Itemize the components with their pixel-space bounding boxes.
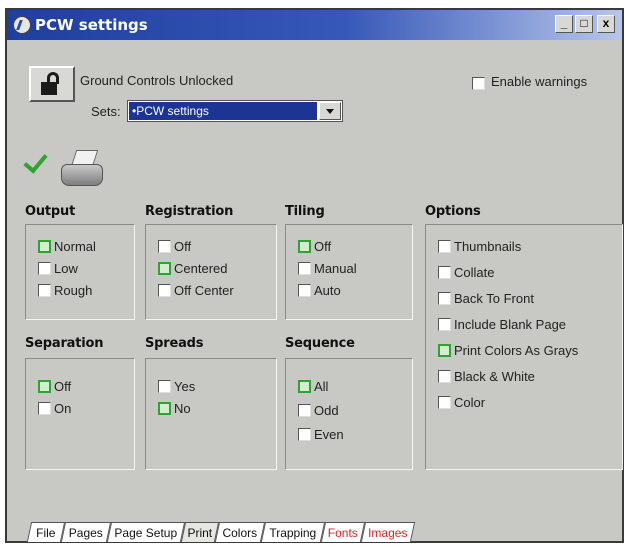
sequence-group: All Odd Even (285, 358, 413, 470)
tab-trapping[interactable]: Trapping (260, 522, 326, 542)
header-area: Ground Controls Unlocked Sets: •PCW sett… (7, 40, 622, 138)
option-label: Back To Front (454, 291, 534, 306)
spreads-group: Yes No (145, 358, 277, 470)
output-group: Normal Low Rough (25, 224, 135, 320)
option-label: Rough (54, 283, 93, 298)
option-label: Yes (174, 379, 196, 394)
tab-fonts[interactable]: Fonts (320, 522, 366, 542)
printer-icon[interactable] (59, 150, 107, 188)
options-print-colors-as-grays-checkbox[interactable] (438, 344, 451, 357)
sequence-all-checkbox[interactable] (298, 380, 311, 393)
pcw-settings-window: PCW settings _ □ x Ground Controls Unloc… (5, 8, 624, 543)
enable-warnings-checkbox[interactable] (472, 77, 485, 90)
option-label: Off (54, 379, 72, 394)
option-label: Print Colors As Grays (454, 343, 579, 358)
registration-off-center-checkbox[interactable] (158, 284, 171, 297)
options-black-white-checkbox[interactable] (438, 370, 451, 383)
separation-title: Separation (25, 336, 104, 351)
tab-label: Colors (222, 526, 258, 540)
tab-label: Page Setup (114, 526, 178, 540)
option-label: Manual (314, 261, 357, 276)
option-label: Off (174, 239, 192, 254)
tab-label: Print (187, 526, 213, 540)
tiling-title: Tiling (285, 204, 325, 219)
spreads-yes-checkbox[interactable] (158, 380, 171, 393)
sets-dropdown[interactable]: •PCW settings (127, 100, 343, 122)
tab-label: Fonts (327, 526, 358, 540)
option-label: Thumbnails (454, 239, 522, 254)
checkmark-icon[interactable] (23, 148, 48, 174)
registration-title: Registration (145, 204, 234, 219)
maximize-button[interactable]: □ (575, 15, 593, 33)
tab-print[interactable]: Print (180, 522, 220, 542)
tab-label: Trapping (269, 526, 317, 540)
option-label: Auto (314, 283, 341, 298)
spreads-title: Spreads (145, 336, 204, 351)
tiling-auto-checkbox[interactable] (298, 284, 311, 297)
output-low-checkbox[interactable] (38, 262, 51, 275)
spreads-no-checkbox[interactable] (158, 402, 171, 415)
tab-file[interactable]: File (26, 522, 66, 542)
registration-centered-checkbox[interactable] (158, 262, 171, 275)
enable-warnings-label: Enable warnings (491, 74, 588, 89)
app-icon (13, 16, 31, 34)
option-label: Include Blank Page (454, 317, 567, 332)
tab-pages[interactable]: Pages (60, 522, 112, 542)
option-label: Color (454, 395, 486, 410)
options-include-blank-page-checkbox[interactable] (438, 318, 451, 331)
tiling-group: Off Manual Auto (285, 224, 413, 320)
option-label: All (314, 379, 329, 394)
option-label: Even (314, 427, 344, 442)
option-label: Odd (314, 403, 339, 418)
option-label: No (174, 401, 191, 416)
option-label: On (54, 401, 72, 416)
sequence-odd-checkbox[interactable] (298, 404, 311, 417)
options-color-checkbox[interactable] (438, 396, 451, 409)
dropdown-arrow-icon[interactable] (319, 102, 341, 120)
output-title: Output (25, 204, 76, 219)
separation-off-checkbox[interactable] (38, 380, 51, 393)
sequence-title: Sequence (285, 336, 355, 351)
lock-state-label: Ground Controls Unlocked (80, 73, 234, 88)
options-thumbnails-checkbox[interactable] (438, 240, 451, 253)
separation-on-checkbox[interactable] (38, 402, 51, 415)
options-group: Thumbnails Collate Back To Front Include… (425, 224, 623, 470)
tab-page-setup[interactable]: Page Setup (106, 522, 186, 542)
options-title: Options (425, 204, 481, 219)
options-back-to-front-checkbox[interactable] (438, 292, 451, 305)
tab-colors[interactable]: Colors (214, 522, 266, 542)
registration-off-checkbox[interactable] (158, 240, 171, 253)
close-button[interactable]: x (597, 15, 615, 33)
tab-label: File (36, 526, 56, 540)
option-label: Black & White (454, 369, 535, 384)
tab-images[interactable]: Images (360, 522, 416, 542)
option-label: Off (314, 239, 332, 254)
title-bar[interactable]: PCW settings _ □ x (7, 10, 622, 40)
option-label: Normal (54, 239, 96, 254)
option-label: Centered (174, 261, 228, 276)
tiling-manual-checkbox[interactable] (298, 262, 311, 275)
tiling-off-checkbox[interactable] (298, 240, 311, 253)
minimize-button[interactable]: _ (555, 15, 573, 33)
sets-label: Sets: (91, 104, 121, 119)
registration-group: Off Centered Off Center (145, 224, 277, 320)
lock-button[interactable] (29, 66, 75, 102)
output-rough-checkbox[interactable] (38, 284, 51, 297)
option-label: Off Center (174, 283, 234, 298)
option-label: Collate (454, 265, 495, 280)
sets-selected-value: •PCW settings (129, 102, 317, 120)
tab-label: Images (368, 526, 408, 540)
output-normal-checkbox[interactable] (38, 240, 51, 253)
window-title: PCW settings (35, 16, 148, 34)
separation-group: Off On (25, 358, 135, 470)
tab-label: Pages (68, 526, 103, 540)
option-label: Low (54, 261, 78, 276)
sequence-even-checkbox[interactable] (298, 428, 311, 441)
options-collate-checkbox[interactable] (438, 266, 451, 279)
